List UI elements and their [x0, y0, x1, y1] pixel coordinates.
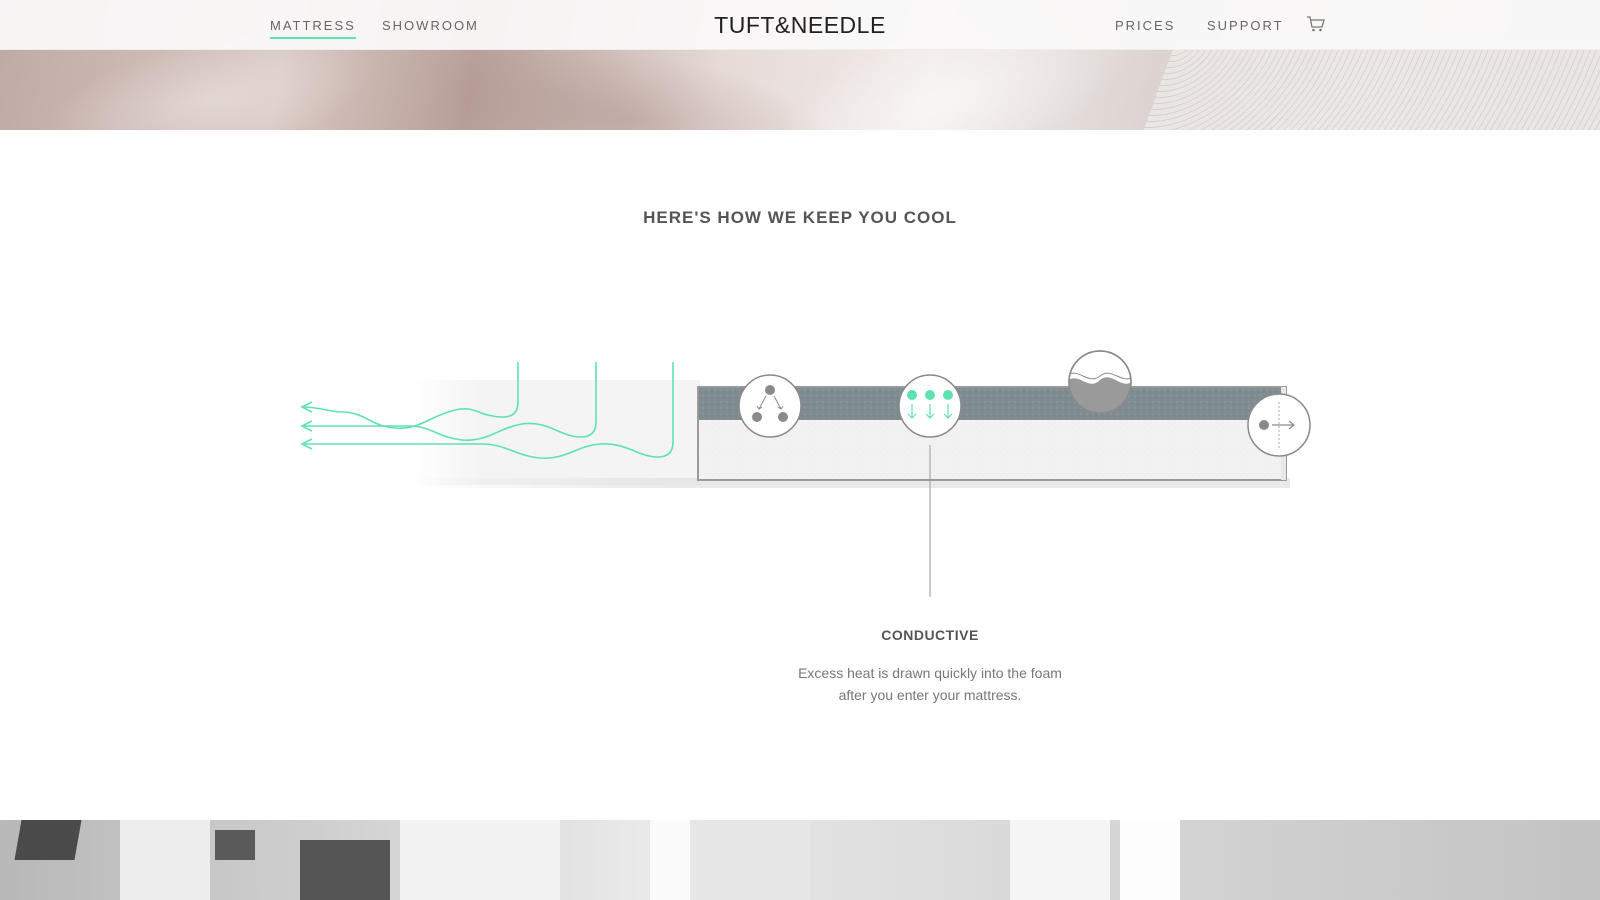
- nav-showroom[interactable]: SHOWROOM: [382, 18, 479, 33]
- nav-mattress[interactable]: MATTRESS: [270, 18, 356, 39]
- top-nav: MATTRESS SHOWROOM TUFT&NEEDLE PRICES SUP…: [0, 0, 1600, 50]
- photo-shape: [215, 830, 255, 860]
- mattress-diagram: [300, 350, 1311, 597]
- photo-shape: [120, 820, 210, 900]
- feature-description-line: Excess heat is drawn quickly into the fo…: [798, 665, 1062, 681]
- horizontal-flow-icon[interactable]: [1247, 393, 1311, 457]
- cart-icon[interactable]: [1306, 15, 1326, 33]
- nav-prices[interactable]: PRICES: [1115, 18, 1175, 33]
- photo-shape: [14, 820, 82, 860]
- photo-shape: [300, 840, 390, 900]
- showroom-photo: [0, 820, 1600, 900]
- photo-shape: [720, 820, 810, 900]
- feature-description: Excess heat is drawn quickly into the fo…: [770, 662, 1090, 706]
- heat-down-arrows-icon[interactable]: [898, 374, 962, 438]
- feature-description-line: after you enter your mattress.: [838, 687, 1022, 703]
- network-icon[interactable]: [738, 374, 802, 438]
- logo-text[interactable]: TUFT&NEEDLE: [714, 12, 886, 38]
- photo-shape: [1120, 820, 1180, 900]
- logo: TUFT&NEEDLE: [0, 12, 1600, 39]
- photo-shape: [400, 820, 560, 900]
- mattress-quilt-texture: [1140, 40, 1600, 130]
- feature-title: CONDUCTIVE: [881, 627, 979, 643]
- cooling-section: HERE'S HOW WE KEEP YOU COOL CONDUCTIVE E…: [0, 130, 1600, 820]
- photo-shape: [1010, 820, 1110, 900]
- photo-shape: [650, 820, 690, 900]
- nav-support[interactable]: SUPPORT: [1207, 18, 1284, 33]
